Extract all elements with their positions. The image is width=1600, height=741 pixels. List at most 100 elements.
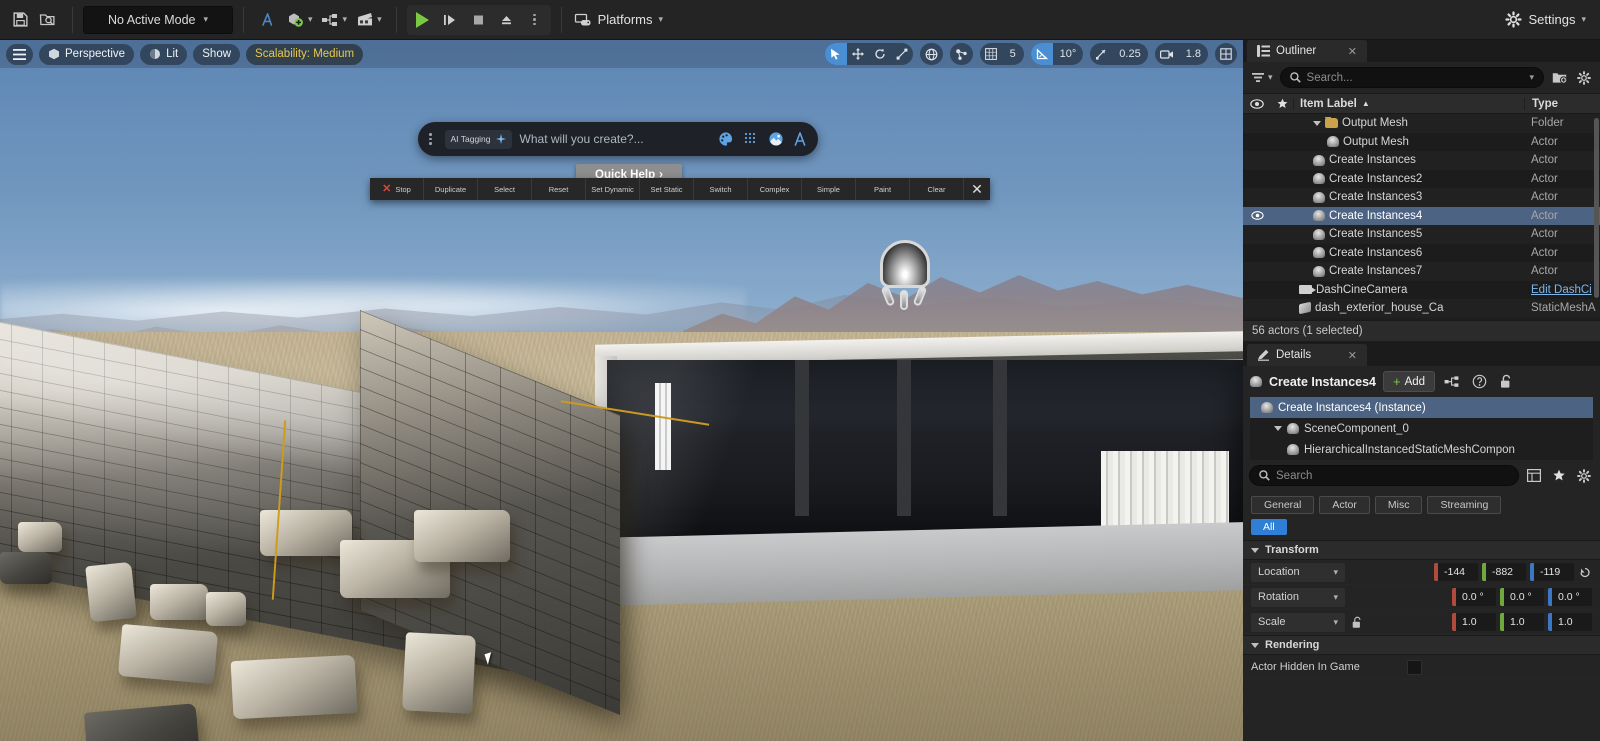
blueprints-icon[interactable]: ▾ [317,6,352,34]
star-icon[interactable] [1549,466,1569,486]
filter-tab-streaming[interactable]: Streaming [1427,496,1502,514]
new-folder-icon[interactable] [1549,68,1569,88]
play-button[interactable] [409,6,437,34]
help-icon[interactable] [1469,372,1489,392]
location-dropdown[interactable]: Location ▾ [1251,562,1345,582]
filter-tab-general[interactable]: General [1251,496,1315,514]
actor-hidden-in-game-checkbox[interactable] [1407,659,1422,675]
component-row[interactable]: SceneComponent_0 [1250,418,1593,439]
more-options-icon[interactable] [424,133,437,145]
level-viewport[interactable]: Perspective Lit Show Scalability: Medium [0,40,1243,741]
scale-z-field[interactable]: 1.0 [1548,613,1592,631]
grid-snap-value[interactable]: 5 [1002,43,1024,65]
blueprint-icon[interactable] [254,6,282,34]
play-more-options-icon[interactable] [521,6,549,34]
filter-tab-misc[interactable]: Misc [1374,496,1423,514]
item-label-column[interactable]: Item Label ▲ [1293,97,1524,110]
tab-details[interactable]: Details ✕ [1247,344,1367,366]
visibility-toggle[interactable] [1243,211,1271,221]
filter-tab-all[interactable]: All [1251,519,1287,535]
tab-outliner[interactable]: Outliner ✕ [1247,40,1367,62]
visibility-column-icon[interactable] [1243,98,1271,109]
quickhelp-stop-button[interactable]: ✕ Stop [370,178,424,200]
editor-mode-dropdown[interactable]: No Active Mode ▾ [83,5,233,34]
chevron-down-icon[interactable] [1274,426,1282,431]
viewport-show-dropdown[interactable]: Show [193,43,241,65]
select-tool[interactable] [824,43,847,65]
outliner-row[interactable]: DashCineCamera Edit DashCi [1243,280,1600,299]
quickhelp-reset-button[interactable]: Reset [532,178,586,200]
quickhelp-set-static-button[interactable]: Set Static [640,178,694,200]
maximize-viewport-icon[interactable] [1215,43,1237,65]
viewport-menu-icon[interactable] [6,43,33,65]
location-z-field[interactable]: -119 [1530,563,1574,581]
viewport-viewmode-dropdown[interactable]: Lit [140,43,188,65]
gear-icon[interactable] [1574,68,1594,88]
rendering-section-header[interactable]: Rendering [1243,635,1600,655]
quickhelp-duplicate-button[interactable]: Duplicate [424,178,478,200]
outliner-row[interactable]: Create Instances4 Actor [1243,206,1600,225]
grid-dots-icon[interactable] [743,131,759,147]
outliner-row[interactable]: Create Instances Actor [1243,151,1600,170]
ai-prompt-input[interactable]: What will you create?... [520,132,710,146]
quickhelp-switch-button[interactable]: Switch [694,178,748,200]
camera-speed-value[interactable]: 1.8 [1179,43,1208,65]
pinned-column-icon[interactable] [1271,98,1293,109]
blueprint-graph-icon[interactable] [1442,372,1462,392]
light-actor-gizmo[interactable] [876,240,934,312]
close-icon[interactable]: ✕ [1348,45,1357,58]
skip-button[interactable] [437,6,465,34]
angle-snap-icon[interactable] [1030,43,1053,65]
scale-y-field[interactable]: 1.0 [1500,613,1544,631]
location-x-field[interactable]: -144 [1434,563,1478,581]
component-row[interactable]: HierarchicalInstancedStaticMeshCompon [1250,439,1593,460]
palette-icon[interactable] [718,131,734,147]
camera-speed-icon[interactable] [1155,43,1179,65]
outliner-row[interactable]: Output Mesh Folder [1243,114,1600,133]
scale-snap-value[interactable]: 0.25 [1112,43,1147,65]
component-tree[interactable]: Create Instances4 (Instance) SceneCompone… [1250,397,1593,460]
outliner-scrollbar[interactable] [1594,118,1599,298]
transform-section-header[interactable]: Transform [1243,540,1600,560]
translate-tool[interactable] [847,43,869,65]
quickhelp-close-icon[interactable]: ✕ [964,181,990,198]
angle-snap-value[interactable]: 10° [1053,43,1084,65]
quickhelp-select-button[interactable]: Select [478,178,532,200]
quickhelp-simple-button[interactable]: Simple [802,178,856,200]
viewport-perspective-dropdown[interactable]: Perspective [39,43,135,65]
scale-snap-icon[interactable] [1090,43,1112,65]
save-icon[interactable] [6,6,34,34]
quickhelp-paint-button[interactable]: Paint [856,178,910,200]
outliner-row[interactable]: Create Instances2 Actor [1243,169,1600,188]
world-coordinate-icon[interactable] [920,43,943,65]
revert-icon[interactable] [1578,567,1592,578]
details-search-input[interactable]: Search [1249,465,1519,486]
outliner-row[interactable]: Create Instances5 Actor [1243,225,1600,244]
ai-tagging-chip[interactable]: AI Tagging [444,129,512,149]
quickhelp-clear-button[interactable]: Clear [910,178,964,200]
rotation-x-field[interactable]: 0.0 ° [1452,588,1496,606]
chevron-down-icon[interactable]: ▾ [1529,72,1534,83]
settings-button[interactable]: Settings ▾ [1491,5,1600,35]
outliner-row-type[interactable]: Edit DashCi [1524,284,1600,296]
outliner-row[interactable]: Output Mesh Actor [1243,132,1600,151]
image-icon[interactable] [768,131,784,147]
eject-button[interactable] [493,6,521,34]
filter-icon[interactable]: ▾ [1249,71,1275,84]
grid-snap-icon[interactable] [980,43,1002,65]
location-y-field[interactable]: -882 [1482,563,1526,581]
outliner-row[interactable]: dash_exterior_house_Ca StaticMeshA [1243,299,1600,318]
outliner-search-input[interactable]: Search... ▾ [1279,67,1544,88]
outliner-row[interactable]: Create Instances7 Actor [1243,262,1600,281]
gear-icon[interactable] [1574,466,1594,486]
rotation-y-field[interactable]: 0.0 ° [1500,588,1544,606]
outliner-row[interactable]: Create Instances3 Actor [1243,188,1600,207]
outliner-tree[interactable]: Output Mesh Folder Output Mesh Actor Create … [1243,114,1600,320]
type-column[interactable]: Type [1524,97,1600,110]
browse-content-icon[interactable] [34,6,62,34]
close-icon[interactable]: ✕ [1348,349,1357,362]
cinematics-icon[interactable]: ▾ [351,6,386,34]
scale-dropdown[interactable]: Scale ▾ [1251,612,1345,632]
text-tool-icon[interactable] [793,131,808,147]
viewport-scalability-warning[interactable]: Scalability: Medium [246,43,364,65]
